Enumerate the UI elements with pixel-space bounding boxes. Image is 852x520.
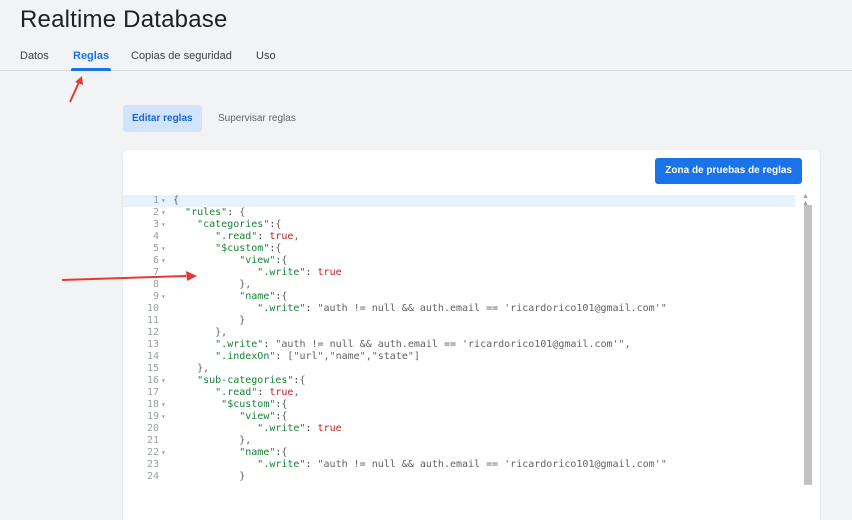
code-text: "rules": { <box>185 207 246 218</box>
annotation-arrow-right <box>62 271 197 281</box>
code-line[interactable]: 14 ".indexOn": ["url","name","state"] <box>123 351 795 363</box>
line-number: 23 <box>146 459 159 470</box>
tab-copias-de-seguridad[interactable]: Copias de seguridad <box>131 48 232 70</box>
line-number: 13 <box>146 339 159 350</box>
rules-editor-card: Zona de pruebas de reglas 1 ▾{2 ▾ "rules":… <box>123 150 820 520</box>
line-number: 9 <box>152 291 159 302</box>
code-text: }, <box>173 363 210 374</box>
code-text: ".write": "auth != null && auth.email ==… <box>257 459 667 470</box>
fold-toggle-icon[interactable]: ▾ <box>161 399 166 411</box>
code-text: "sub-categories":{ <box>197 375 306 386</box>
subtab-supervisar-reglas[interactable]: Supervisar reglas <box>209 105 305 132</box>
code-text: "$custom":{ <box>221 399 288 410</box>
line-number: 24 <box>146 471 159 482</box>
code-text: } <box>173 315 246 326</box>
code-text: ".write": "auth != null && auth.email ==… <box>257 303 667 314</box>
code-line[interactable]: 21 }, <box>123 435 795 447</box>
line-number: 21 <box>146 435 159 446</box>
line-number: 1 <box>152 195 159 206</box>
line-number: 22 <box>146 447 159 458</box>
line-number: 14 <box>146 351 159 362</box>
code-line[interactable]: 1 ▾ { <box>123 195 795 207</box>
code-text: { <box>173 195 180 206</box>
code-line[interactable]: 24 } <box>123 471 795 483</box>
code-line[interactable]: 2 ▾ "rules": { <box>123 207 795 219</box>
code-line[interactable]: 6 ▾ "view":{ <box>123 255 795 267</box>
code-line[interactable]: 9 ▾ "name":{ <box>123 291 795 303</box>
fold-toggle-icon[interactable]: ▾ <box>161 375 166 387</box>
line-number: 11 <box>146 315 159 326</box>
line-number: 20 <box>146 423 159 434</box>
line-number: 16 <box>146 375 159 386</box>
code-line[interactable]: 3 ▾ "categories":{ <box>123 219 795 231</box>
editor-scrollbar[interactable]: ▲ ▲ <box>802 193 814 520</box>
tab-datos[interactable]: Datos <box>20 48 49 70</box>
fold-toggle-icon[interactable]: ▾ <box>161 195 166 207</box>
code-line[interactable]: 8 }, <box>123 279 795 291</box>
page-title: Realtime Database <box>20 6 228 33</box>
code-text: ".write": "auth != null && auth.email ==… <box>215 339 631 350</box>
fold-toggle-icon[interactable]: ▾ <box>161 243 166 255</box>
code-text: "view":{ <box>239 255 288 266</box>
line-number: 19 <box>146 411 159 422</box>
tab-reglas[interactable]: Reglas <box>70 48 112 71</box>
line-number: 5 <box>152 243 159 254</box>
code-text: ".indexOn": ["url","name","state"] <box>215 351 420 362</box>
code-line[interactable]: 23 ".write": "auth != null && auth.email… <box>123 459 795 471</box>
line-number: 18 <box>146 399 159 410</box>
code-line[interactable]: 17 ".read": true, <box>123 387 795 399</box>
line-number: 6 <box>152 255 159 266</box>
code-line[interactable]: 13 ".write": "auth != null && auth.email… <box>123 339 795 351</box>
code-text: "name":{ <box>239 447 288 458</box>
code-editor[interactable]: 1 ▾{2 ▾ "rules": {3 ▾ "categories":{4 ".rea… <box>123 193 820 520</box>
code-line[interactable]: 5 ▾ "$custom":{ <box>123 243 795 255</box>
code-text: ".write": true <box>257 267 342 278</box>
fold-toggle-icon[interactable]: ▾ <box>161 291 166 303</box>
tab-uso[interactable]: Uso <box>256 48 276 70</box>
line-number: 2 <box>152 207 159 218</box>
code-text: "categories":{ <box>197 219 282 230</box>
code-text: ".read": true, <box>215 387 300 398</box>
code-text: }, <box>173 327 228 338</box>
code-line[interactable]: 10 ".write": "auth != null && auth.email… <box>123 303 795 315</box>
code-text: }, <box>173 435 252 446</box>
fold-toggle-icon[interactable]: ▾ <box>161 411 166 423</box>
line-number: 3 <box>152 219 159 230</box>
code-text: "name":{ <box>239 291 288 302</box>
line-number: 4 <box>152 231 159 242</box>
fold-toggle-icon[interactable]: ▾ <box>161 219 166 231</box>
code-line[interactable]: 20 ".write": true <box>123 423 795 435</box>
code-text: } <box>173 471 246 482</box>
fold-toggle-icon[interactable]: ▾ <box>161 255 166 267</box>
code-line[interactable]: 7 ".write": true <box>123 267 795 279</box>
line-number: 15 <box>146 363 159 374</box>
code-line[interactable]: 12 }, <box>123 327 795 339</box>
code-line[interactable]: 18 ▾ "$custom":{ <box>123 399 795 411</box>
code-line[interactable]: 19 ▾ "view":{ <box>123 411 795 423</box>
rules-sandbox-button[interactable]: Zona de pruebas de reglas <box>655 158 802 184</box>
code-line[interactable]: 4 ".read": true, <box>123 231 795 243</box>
code-line[interactable]: 22 ▾ "name":{ <box>123 447 795 459</box>
fold-toggle-icon[interactable]: ▾ <box>161 207 166 219</box>
scrollbar-thumb[interactable] <box>804 205 812 485</box>
tab-bar: Datos Reglas Copias de seguridad Uso <box>0 48 852 71</box>
code-text: "view":{ <box>239 411 288 422</box>
code-text: ".read": true, <box>215 231 300 242</box>
line-number: 17 <box>146 387 159 398</box>
line-number: 12 <box>146 327 159 338</box>
annotation-arrow-up <box>69 76 83 103</box>
line-number: 10 <box>146 303 159 314</box>
code-line[interactable]: 11 } <box>123 315 795 327</box>
code-line[interactable]: 16 ▾ "sub-categories":{ <box>123 375 795 387</box>
code-line[interactable]: 15 }, <box>123 363 795 375</box>
subtab-editar-reglas[interactable]: Editar reglas <box>123 105 202 132</box>
code-text: "$custom":{ <box>215 243 282 254</box>
fold-toggle-icon[interactable]: ▾ <box>161 447 166 459</box>
code-text: ".write": true <box>257 423 342 434</box>
